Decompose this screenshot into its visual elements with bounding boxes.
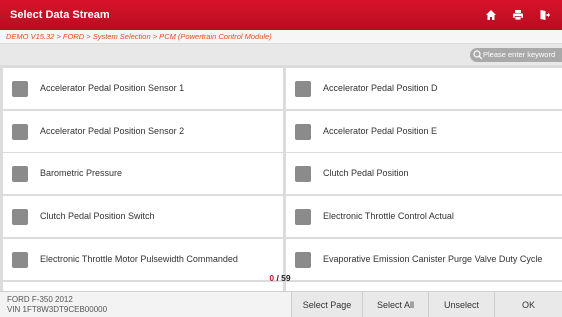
- data-stream-list[interactable]: Accelerator Pedal Position Sensor 1 Acce…: [0, 65, 562, 291]
- search-bar: Please enter keyword: [0, 44, 562, 65]
- item-label: Accelerator Pedal Position Sensor 2: [40, 126, 185, 136]
- title-bar: Select Data Stream: [0, 0, 562, 30]
- list-item[interactable]: [286, 282, 562, 291]
- list-item[interactable]: Electronic Throttle Motor Pulsewidth Com…: [3, 239, 283, 280]
- exit-button[interactable]: [534, 5, 556, 25]
- vehicle-model: FORD F-350 2012: [7, 295, 73, 304]
- search-input[interactable]: Please enter keyword: [470, 48, 562, 62]
- vehicle-info: FORD F-350 2012 VIN 1FT8W3DT9CEB00000: [7, 295, 107, 315]
- search-placeholder: Please enter keyword: [483, 50, 556, 59]
- item-label: Accelerator Pedal Position Sensor 1: [40, 83, 185, 93]
- select-page-button[interactable]: Select Page: [291, 292, 362, 317]
- item-label: Electronic Throttle Control Actual: [323, 211, 454, 221]
- item-label: Accelerator Pedal Position D: [323, 83, 438, 93]
- list-item[interactable]: Accelerator Pedal Position E: [286, 111, 562, 152]
- ok-button[interactable]: OK: [494, 292, 562, 317]
- item-label: Accelerator Pedal Position E: [323, 126, 438, 136]
- home-button[interactable]: [480, 5, 502, 25]
- checkbox[interactable]: [295, 165, 311, 182]
- checkbox[interactable]: [295, 80, 311, 97]
- item-label: Barometric Pressure: [40, 168, 123, 178]
- item-label: Clutch Pedal Position Switch: [40, 211, 155, 221]
- checkbox[interactable]: [12, 251, 28, 268]
- footer-bar: FORD F-350 2012 VIN 1FT8W3DT9CEB00000 Se…: [0, 291, 562, 317]
- list-item[interactable]: Clutch Pedal Position Switch: [3, 196, 283, 237]
- page-title: Select Data Stream: [10, 9, 110, 21]
- select-all-button[interactable]: Select All: [362, 292, 428, 317]
- list-row-partial: [0, 282, 562, 291]
- exit-icon: [540, 10, 550, 20]
- unselect-button[interactable]: Unselect: [428, 292, 494, 317]
- list-item[interactable]: Accelerator Pedal Position Sensor 2: [3, 111, 283, 152]
- print-icon: [513, 10, 523, 21]
- list-row: Clutch Pedal Position Switch Electronic …: [0, 196, 562, 237]
- item-label: Evaporative Emission Canister Purge Valv…: [323, 254, 543, 264]
- list-item[interactable]: Electronic Throttle Control Actual: [286, 196, 562, 237]
- total-count: / 59: [276, 273, 291, 283]
- list-row: Accelerator Pedal Position Sensor 1 Acce…: [0, 68, 562, 109]
- home-icon: [486, 10, 496, 20]
- print-button[interactable]: [507, 5, 529, 25]
- checkbox[interactable]: [12, 208, 28, 225]
- list-item[interactable]: Accelerator Pedal Position Sensor 1: [3, 68, 283, 109]
- checkbox[interactable]: [295, 208, 311, 225]
- list-item[interactable]: Accelerator Pedal Position D: [286, 68, 562, 109]
- search-icon: [473, 50, 483, 60]
- vehicle-vin: VIN 1FT8W3DT9CEB00000: [7, 305, 108, 314]
- list-item[interactable]: Clutch Pedal Position: [286, 153, 562, 194]
- selection-counter: 0 / 59: [255, 273, 305, 283]
- list-item[interactable]: Evaporative Emission Canister Purge Valv…: [286, 239, 562, 280]
- list-item[interactable]: Barometric Pressure: [3, 153, 283, 194]
- item-label: Electronic Throttle Motor Pulsewidth Com…: [40, 254, 238, 264]
- item-label: Clutch Pedal Position: [323, 168, 409, 178]
- list-row: Accelerator Pedal Position Sensor 2 Acce…: [0, 111, 562, 152]
- selected-count: 0: [269, 273, 275, 283]
- list-item[interactable]: [3, 282, 283, 291]
- breadcrumb: DEMO V15.32 > FORD > System Selection > …: [0, 30, 562, 44]
- checkbox[interactable]: [295, 123, 311, 140]
- checkbox[interactable]: [12, 80, 28, 97]
- checkbox[interactable]: [12, 165, 28, 182]
- checkbox[interactable]: [295, 251, 311, 268]
- checkbox[interactable]: [12, 123, 28, 140]
- list-row: Barometric Pressure Clutch Pedal Positio…: [0, 153, 562, 194]
